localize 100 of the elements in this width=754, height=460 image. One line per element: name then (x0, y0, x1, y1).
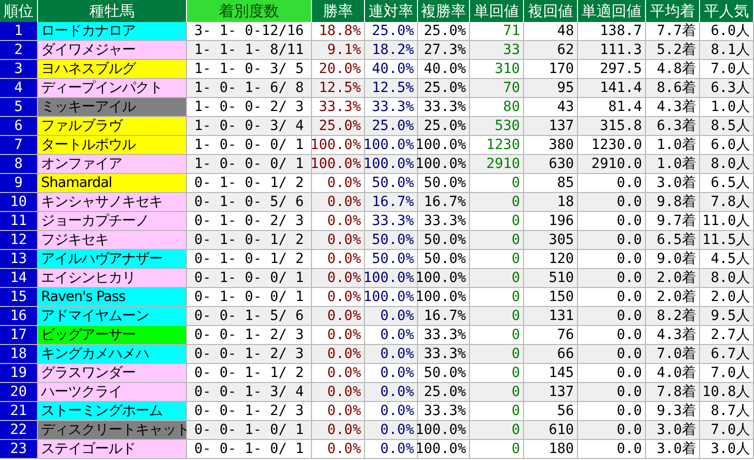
table-cell: 315.8 (578, 117, 646, 136)
table-cell: 0.0% (312, 326, 365, 345)
rank-cell: 9 (0, 174, 38, 193)
table-cell: 1- 0- 0- 0/ 1 (187, 136, 312, 155)
table-cell: 0.0% (365, 440, 418, 459)
table-cell: 33.3% (365, 98, 418, 117)
table-cell: 0 (470, 421, 524, 440)
rank-cell: 20 (0, 383, 38, 402)
table-cell: 9.0着 (646, 250, 700, 269)
sire-name-cell: タートルボウル (38, 136, 187, 155)
table-cell: 0.0 (578, 193, 646, 212)
table-cell: 0- 1- 0- 5/ 6 (187, 193, 312, 212)
table-cell: 6.0人 (700, 22, 754, 41)
table-cell: 25.0% (365, 22, 418, 41)
table-cell: 56 (524, 402, 578, 421)
table-cell: 0.0 (578, 326, 646, 345)
table-cell: 40.0% (365, 60, 418, 79)
table-cell: 0- 0- 1- 2/ 3 (187, 345, 312, 364)
table-cell: 2.0着 (646, 269, 700, 288)
table-cell: 3.0人 (700, 440, 754, 459)
table-cell: 25.0% (418, 79, 470, 98)
table-cell: 1- 0- 0- 3/ 4 (187, 117, 312, 136)
table-cell: 3.0着 (646, 174, 700, 193)
rank-cell: 21 (0, 402, 38, 421)
table-cell: 50.0% (418, 174, 470, 193)
table-cell: 0- 1- 0- 2/ 3 (187, 212, 312, 231)
rank-cell: 1 (0, 22, 38, 41)
table-cell: 530 (470, 117, 524, 136)
sire-name-cell: ジョーカプチーノ (38, 212, 187, 231)
sire-name-cell: キングカメハメハ (38, 345, 187, 364)
sire-name-cell: オンファイア (38, 155, 187, 174)
table-cell: 100.0% (365, 136, 418, 155)
table-cell: 0- 1- 0- 0/ 1 (187, 269, 312, 288)
sire-name-cell: ステイゴールド (38, 440, 187, 459)
table-cell: 81.4 (578, 98, 646, 117)
table-cell: 18 (524, 193, 578, 212)
table-cell: 0.0% (312, 307, 365, 326)
table-cell: 6.5人 (700, 174, 754, 193)
table-cell: 3- 1- 0-12/16 (187, 22, 312, 41)
table-cell: 0 (470, 250, 524, 269)
table-cell: 170 (524, 60, 578, 79)
table-cell: 0.0% (312, 383, 365, 402)
table-cell: 150 (524, 288, 578, 307)
table-cell: 0 (470, 440, 524, 459)
table-cell: 9.3着 (646, 402, 700, 421)
table-cell: 2.7人 (700, 326, 754, 345)
table-cell: 5.2着 (646, 41, 700, 60)
table-cell: 1.0着 (646, 155, 700, 174)
table-cell: 11.0人 (700, 212, 754, 231)
table-cell: 0.0% (312, 288, 365, 307)
table-cell: 40.0% (418, 60, 470, 79)
table-cell: 9.7着 (646, 212, 700, 231)
rank-cell: 6 (0, 117, 38, 136)
table-cell: 1.0着 (646, 136, 700, 155)
table-cell: 18.8% (312, 22, 365, 41)
table-cell: 0.0 (578, 288, 646, 307)
table-cell: 25.0% (418, 22, 470, 41)
table-cell: 71 (470, 22, 524, 41)
table-cell: 7.8人 (700, 193, 754, 212)
table-cell: 12.5% (365, 79, 418, 98)
table-cell: 0- 1- 0- 1/ 2 (187, 250, 312, 269)
column-header: 勝率 (312, 0, 365, 22)
table-cell: 0.0 (578, 383, 646, 402)
column-header: 種牡馬 (38, 0, 187, 22)
table-cell: 7.8着 (646, 383, 700, 402)
rank-cell: 23 (0, 440, 38, 459)
table-cell: 0 (470, 307, 524, 326)
table-cell: 66 (524, 345, 578, 364)
table-cell: 100.0% (418, 440, 470, 459)
table-cell: 25.0% (365, 117, 418, 136)
table-cell: 0.0% (365, 402, 418, 421)
table-cell: 0.0% (312, 402, 365, 421)
table-cell: 16.7% (418, 193, 470, 212)
table-cell: 0.0% (365, 364, 418, 383)
table-cell: 11.5人 (700, 231, 754, 250)
table-cell: 131 (524, 307, 578, 326)
table-cell: 0 (470, 288, 524, 307)
table-cell: 2910.0 (578, 155, 646, 174)
rank-cell: 3 (0, 60, 38, 79)
rank-cell: 15 (0, 288, 38, 307)
table-cell: 100.0% (418, 421, 470, 440)
table-cell: 0 (470, 345, 524, 364)
table-cell: 0.0% (365, 383, 418, 402)
rank-cell: 5 (0, 98, 38, 117)
column-header: 着別度数 (187, 0, 312, 22)
table-cell: 100.0% (418, 269, 470, 288)
table-cell: 100.0% (365, 269, 418, 288)
sire-name-cell: Shamardal (38, 174, 187, 193)
table-cell: 8.0人 (700, 155, 754, 174)
table-cell: 3.0着 (646, 440, 700, 459)
table-cell: 138.7 (578, 22, 646, 41)
table-cell: 16.7% (365, 193, 418, 212)
table-cell: 16.7% (418, 307, 470, 326)
sire-name-cell: フジキセキ (38, 231, 187, 250)
table-cell: 0.0% (312, 193, 365, 212)
table-cell: 20.0% (312, 60, 365, 79)
table-cell: 4.0着 (646, 364, 700, 383)
table-cell: 6.3人 (700, 79, 754, 98)
table-cell: 2.0着 (646, 288, 700, 307)
table-cell: 0 (470, 383, 524, 402)
